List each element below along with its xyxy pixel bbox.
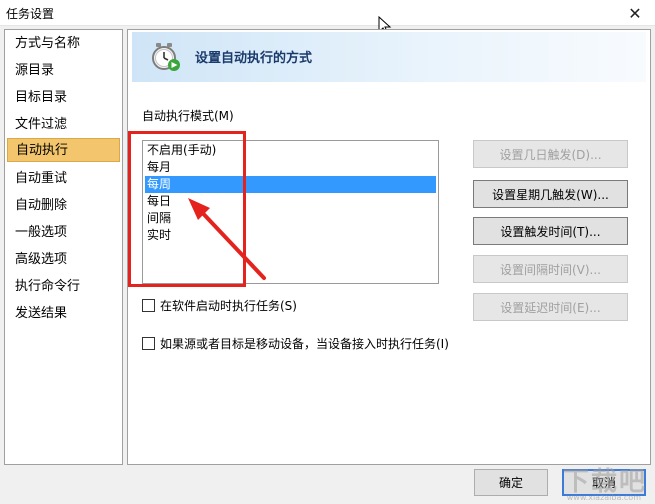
sidebar-item-advanced-options[interactable]: 高级选项 (7, 248, 120, 272)
set-days-button[interactable]: 设置几日触发(D)... (473, 140, 628, 168)
settings-sidebar: 方式与名称 源目录 目标目录 文件过滤 自动执行 自动重试 自动删除 一般选项 … (4, 29, 123, 465)
device-checkbox-label: 如果源或者目标是移动设备，当设备接入时执行任务(I) (160, 337, 449, 351)
startup-checkbox[interactable] (142, 299, 155, 312)
sidebar-item-auto-delete[interactable]: 自动删除 (7, 194, 120, 218)
close-icon: ✕ (628, 3, 642, 23)
sidebar-item-auto-retry[interactable]: 自动重试 (7, 167, 120, 191)
close-button[interactable]: ✕ (615, 0, 655, 26)
device-checkbox-row[interactable]: 如果源或者目标是移动设备，当设备接入时执行任务(I) (142, 335, 449, 352)
settings-panel: 设置自动执行的方式 自动执行模式(M) 不启用(手动) 每月 每周 每日 间隔 … (127, 29, 651, 465)
sidebar-item-send-result[interactable]: 发送结果 (7, 302, 120, 326)
ok-button[interactable]: 确定 (474, 469, 548, 496)
title-bar: 任务设置 ✕ (0, 0, 655, 26)
sidebar-item-target-dir[interactable]: 目标目录 (7, 86, 120, 110)
section-title: 设置自动执行的方式 (195, 51, 313, 66)
device-checkbox[interactable] (142, 337, 155, 350)
sidebar-item-source-dir[interactable]: 源目录 (7, 59, 120, 83)
sidebar-item-file-filter[interactable]: 文件过滤 (7, 113, 120, 137)
set-delay-button[interactable]: 设置延迟时间(E)... (473, 293, 628, 321)
sidebar-item-auto-execute[interactable]: 自动执行 (7, 138, 120, 162)
annotation-arrow (188, 198, 266, 280)
sidebar-item-run-command[interactable]: 执行命令行 (7, 275, 120, 299)
window-title: 任务设置 (6, 7, 55, 21)
sidebar-item-method-name[interactable]: 方式与名称 (7, 32, 120, 56)
startup-checkbox-row[interactable]: 在软件启动时执行任务(S) (142, 297, 297, 314)
mode-label: 自动执行模式(M) (142, 109, 234, 123)
set-trigger-time-button[interactable]: 设置触发时间(T)... (473, 217, 628, 245)
clock-icon (152, 43, 180, 71)
startup-checkbox-label: 在软件启动时执行任务(S) (160, 299, 297, 313)
set-weekdays-button[interactable]: 设置星期几触发(W)... (473, 180, 628, 208)
set-interval-button[interactable]: 设置间隔时间(V)... (473, 255, 628, 283)
watermark-url: www.xiazaiba.com (566, 493, 641, 502)
section-banner: 设置自动执行的方式 (132, 32, 646, 82)
sidebar-item-general-options[interactable]: 一般选项 (7, 221, 120, 245)
